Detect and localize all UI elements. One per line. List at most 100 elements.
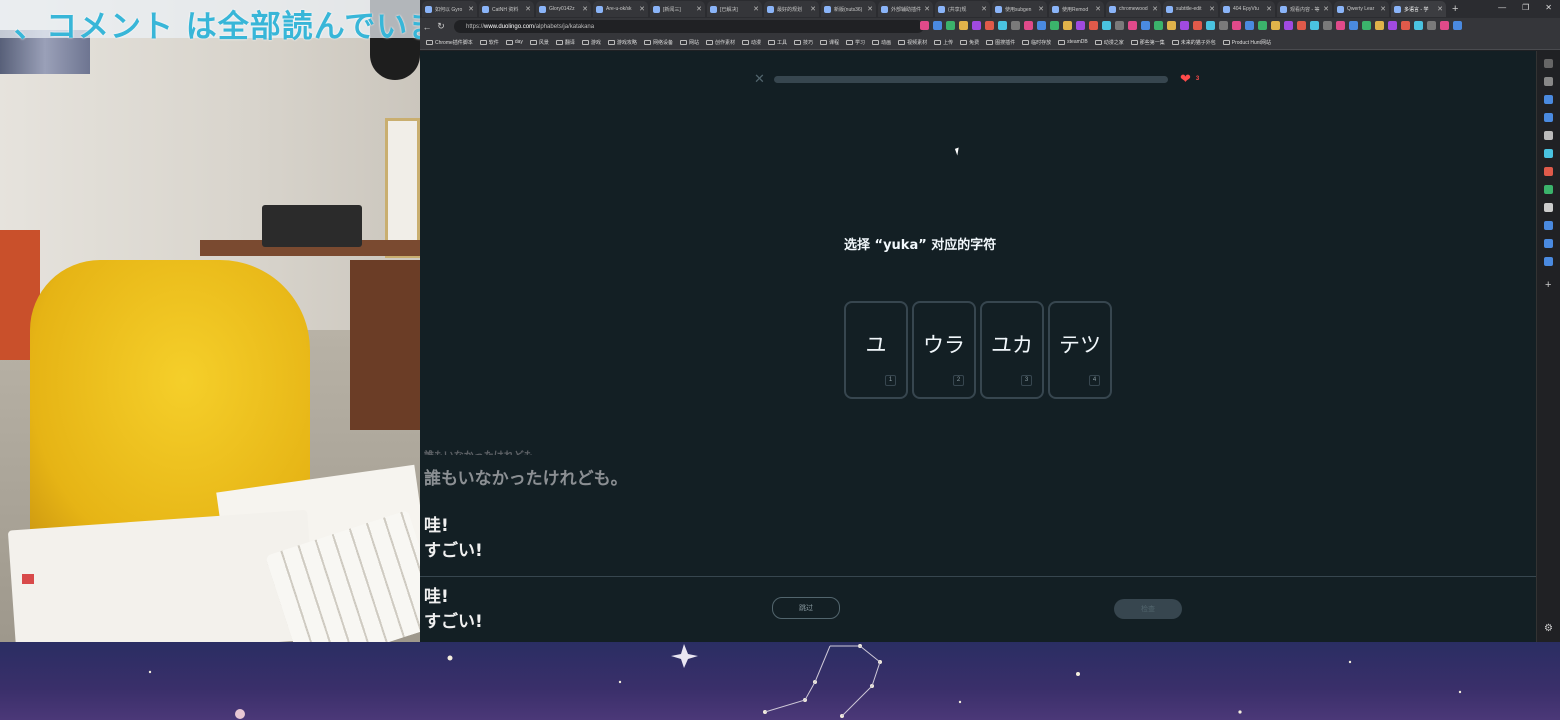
add-panel-icon[interactable]: + [1545, 279, 1551, 291]
extension-icon[interactable] [1284, 21, 1293, 30]
side-panel-icon[interactable] [1544, 185, 1553, 194]
extension-icon[interactable] [1401, 21, 1410, 30]
browser-tab[interactable]: Glory0142z ✕ [536, 1, 591, 17]
extension-icon[interactable] [946, 21, 955, 30]
browser-tab[interactable]: 如何以 Gyro ✕ [422, 1, 477, 17]
check-button[interactable]: 检查 [1114, 599, 1182, 619]
bookmark-item[interactable]: 工具 [768, 39, 787, 46]
extension-icon[interactable] [1102, 21, 1111, 30]
extension-icon[interactable] [1336, 21, 1345, 30]
bookmark-item[interactable]: steamDB [1058, 39, 1088, 45]
extension-icon[interactable] [1219, 21, 1228, 30]
tab-close-icon[interactable]: ✕ [1209, 5, 1215, 13]
choice-option-1[interactable]: ユ 1 [844, 301, 908, 399]
new-tab-icon[interactable]: + [1452, 3, 1458, 15]
tab-close-icon[interactable]: ✕ [1152, 5, 1158, 13]
extension-icon[interactable] [1349, 21, 1358, 30]
bookmark-item[interactable]: 翻译 [555, 39, 575, 46]
extension-icon[interactable] [933, 21, 942, 30]
tab-close-icon[interactable]: ✕ [468, 5, 474, 13]
back-icon[interactable]: ← [420, 22, 434, 32]
extension-icon[interactable] [1037, 21, 1046, 30]
tab-close-icon[interactable]: ✕ [810, 5, 816, 13]
extension-icon[interactable] [1128, 21, 1137, 30]
tab-close-icon[interactable]: ✕ [525, 5, 531, 13]
close-icon[interactable]: ✕ [754, 72, 765, 85]
extension-icon[interactable] [920, 21, 929, 30]
extension-icon[interactable] [1310, 21, 1319, 30]
browser-tab[interactable]: CatNH 资料 ✕ [479, 1, 534, 17]
choice-option-4[interactable]: テツ 4 [1048, 301, 1112, 399]
side-panel-icon[interactable] [1544, 113, 1553, 122]
side-panel-icon[interactable] [1544, 167, 1553, 176]
bookmark-item[interactable]: 视频素材 [898, 39, 927, 46]
browser-tab[interactable]: subtitle-edit ✕ [1163, 1, 1218, 17]
extension-icon[interactable] [1414, 21, 1423, 30]
side-panel-icon[interactable] [1544, 59, 1553, 68]
extension-icon[interactable] [972, 21, 981, 30]
bookmark-item[interactable]: Product Hunt网站 [1222, 39, 1271, 46]
browser-tab[interactable]: 404 EpyVtu ✕ [1220, 1, 1275, 17]
bookmark-item[interactable]: 动画 [872, 39, 891, 46]
side-panel-icon[interactable] [1544, 131, 1553, 140]
tab-close-icon[interactable]: ✕ [753, 5, 759, 13]
tab-close-icon[interactable]: ✕ [696, 5, 702, 13]
browser-tab[interactable]: 使用subgen ✕ [992, 1, 1047, 17]
browser-tab[interactable]: 外部辅助插件 ✕ [878, 1, 933, 17]
extension-icon[interactable] [1427, 21, 1436, 30]
extension-icon[interactable] [1011, 21, 1020, 30]
side-panel-icon[interactable] [1544, 203, 1553, 212]
extension-icon[interactable] [1388, 21, 1397, 30]
settings-gear-icon[interactable]: ⚙ [1544, 623, 1553, 634]
extension-icon[interactable] [1154, 21, 1163, 30]
extension-icon[interactable] [1375, 21, 1384, 30]
extension-icon[interactable] [1089, 21, 1098, 30]
extension-icon[interactable] [1271, 21, 1280, 30]
tab-close-icon[interactable]: ✕ [867, 5, 873, 13]
extension-icon[interactable] [1362, 21, 1371, 30]
extension-icon[interactable] [1440, 21, 1449, 30]
tab-close-icon[interactable]: ✕ [981, 5, 987, 13]
tab-close-icon[interactable]: ✕ [1038, 5, 1044, 13]
bookmark-item[interactable]: day [505, 39, 523, 45]
extension-icon[interactable] [998, 21, 1007, 30]
extension-icon[interactable] [959, 21, 968, 30]
side-panel-icon[interactable] [1544, 95, 1553, 104]
extension-icon[interactable] [1297, 21, 1306, 30]
tab-close-icon[interactable]: ✕ [1380, 5, 1386, 13]
bookmark-item[interactable]: 游戏 [581, 39, 601, 46]
skip-button[interactable]: 跳过 [772, 597, 840, 619]
browser-tab[interactable]: (共享)规 ✕ [935, 1, 990, 17]
address-bar[interactable]: https://www.duolingo.com/alphabets/ja/ka… [454, 20, 924, 33]
tab-close-icon[interactable]: ✕ [1266, 5, 1272, 13]
browser-tab[interactable]: 新版(nuts36) ✕ [821, 1, 876, 17]
extension-icon[interactable] [1141, 21, 1150, 30]
tab-close-icon[interactable]: ✕ [639, 5, 645, 13]
side-panel-icon[interactable] [1544, 77, 1553, 86]
reload-icon[interactable]: ↻ [434, 21, 448, 32]
extension-icon[interactable] [1024, 21, 1033, 30]
extension-icon[interactable] [1206, 21, 1215, 30]
bookmark-item[interactable]: 学习 [846, 39, 865, 46]
browser-tab[interactable]: 最好的规划 ✕ [764, 1, 819, 17]
bookmark-item[interactable]: 上传 [934, 39, 953, 46]
browser-tab[interactable]: 多语言 - 学 ✕ [1391, 1, 1446, 17]
browser-tab[interactable]: [已解决] ✕ [707, 1, 762, 17]
extension-icon[interactable] [1323, 21, 1332, 30]
tab-close-icon[interactable]: ✕ [1437, 5, 1443, 13]
bookmark-item[interactable]: 图搜插件 [986, 39, 1015, 46]
bookmark-item[interactable]: 软件 [479, 39, 499, 46]
extension-icon[interactable] [1232, 21, 1241, 30]
browser-tab[interactable]: Are-u-ok/sk ✕ [593, 1, 648, 17]
extension-icon[interactable] [1258, 21, 1267, 30]
browser-tab[interactable]: [新闻三] ✕ [650, 1, 705, 17]
bookmark-item[interactable]: 游戏攻略 [607, 39, 637, 46]
bookmark-item[interactable]: 临时存放 [1022, 39, 1051, 46]
side-panel-icon[interactable] [1544, 221, 1553, 230]
bookmark-item[interactable]: Chrome插件脚本 [426, 39, 473, 46]
tab-close-icon[interactable]: ✕ [1323, 5, 1329, 13]
extension-icon[interactable] [1063, 21, 1072, 30]
bookmark-item[interactable]: 免费 [960, 39, 979, 46]
bookmark-item[interactable]: 动漫 [741, 39, 761, 46]
bookmark-item[interactable]: 课程 [820, 39, 839, 46]
